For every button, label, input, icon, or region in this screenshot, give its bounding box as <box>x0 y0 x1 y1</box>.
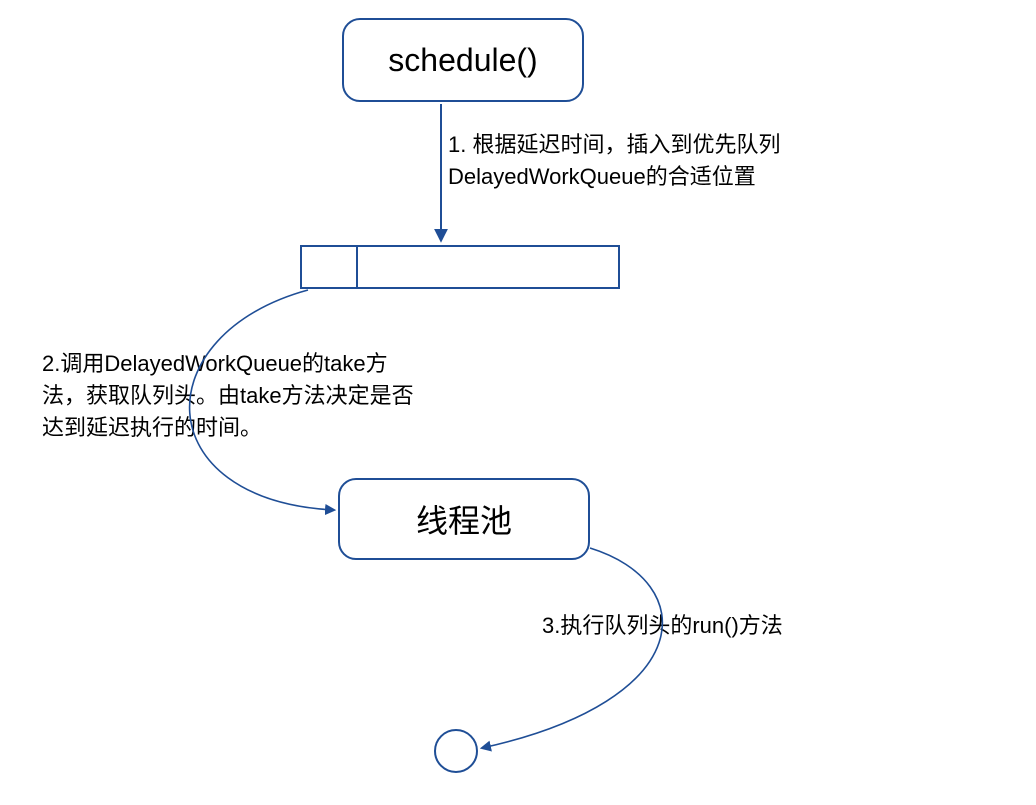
end-circle <box>434 729 478 773</box>
node-threadpool: 线程池 <box>338 478 590 560</box>
annotation-step1: 1. 根据延迟时间，插入到优先队列DelayedWorkQueue的合适位置 <box>448 129 868 193</box>
queue-separator <box>356 247 358 287</box>
annotation-step2: 2.调用DelayedWorkQueue的take方法，获取队列头。由take方… <box>42 348 422 444</box>
node-schedule: schedule() <box>342 18 584 102</box>
queue-box <box>300 245 620 289</box>
node-schedule-label: schedule() <box>388 42 537 79</box>
arrow-threadpool-to-end <box>482 548 662 748</box>
annotation-step3: 3.执行队列头的run()方法 <box>542 610 862 642</box>
node-threadpool-label: 线程池 <box>416 496 512 542</box>
